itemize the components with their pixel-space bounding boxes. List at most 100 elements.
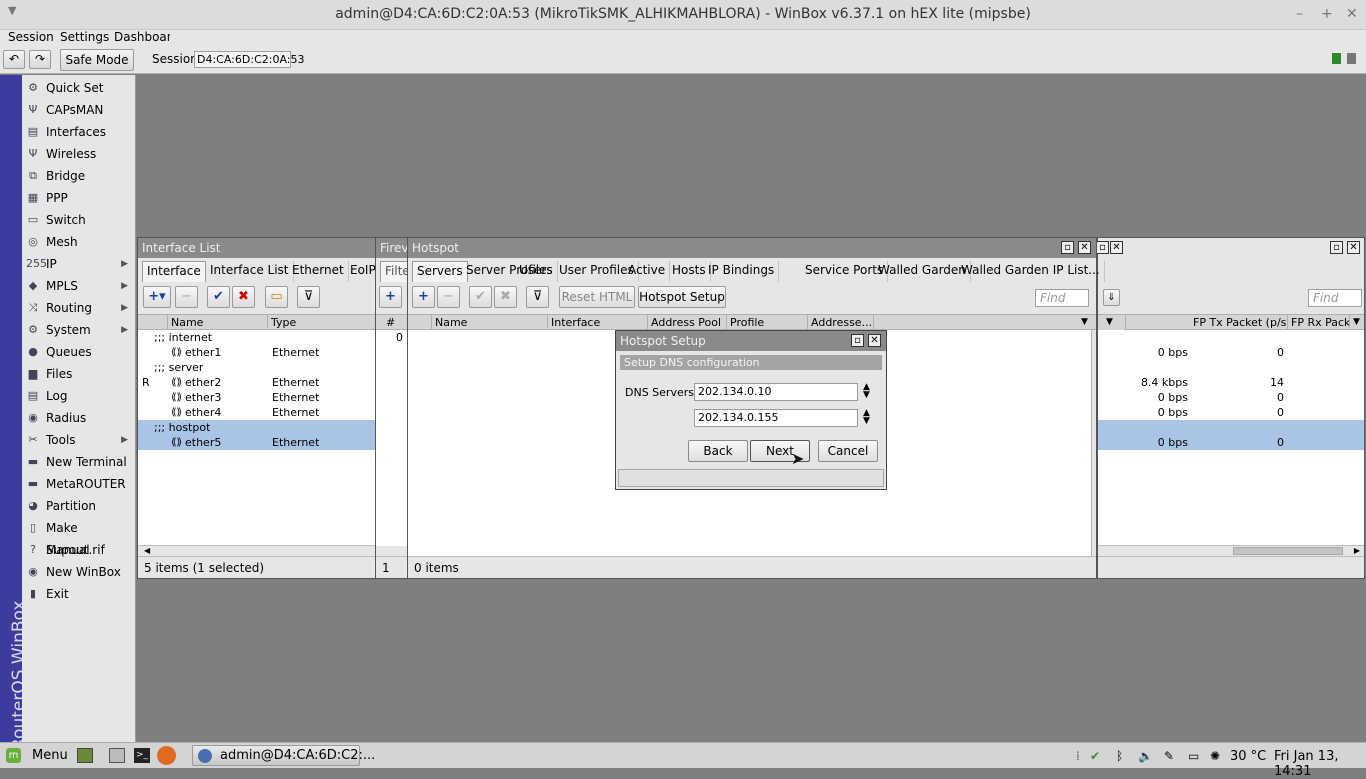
sidebar-item-tools[interactable]: ✂ Tools ▶ xyxy=(22,429,136,451)
session-field[interactable]: D4:CA:6D:C2:0A:53 xyxy=(194,51,305,68)
disable-icon[interactable]: ✖ xyxy=(232,286,255,308)
filter-icon[interactable]: ⊽ xyxy=(297,286,320,308)
column-name[interactable]: Name xyxy=(432,315,548,330)
tab-ip-bindings[interactable]: IP Bindings xyxy=(704,261,780,282)
sidebar-item-exit[interactable]: ▮ Exit xyxy=(22,583,136,605)
enable-icon[interactable]: ✔ xyxy=(469,286,492,308)
menu-session[interactable]: Session xyxy=(8,30,54,44)
column-menu-icon[interactable]: ▼ xyxy=(1098,315,1126,330)
close-icon[interactable]: ✕ xyxy=(1078,241,1091,254)
sidebar-item-manual[interactable]: ? Manual xyxy=(22,539,136,561)
horizontal-scrollbar[interactable]: ▶ xyxy=(1098,545,1364,556)
terminal-icon[interactable]: >_ xyxy=(134,748,150,763)
filter-icon[interactable]: ⊽ xyxy=(526,286,549,308)
column-flag[interactable] xyxy=(138,315,168,330)
table-row[interactable]: ;;; server xyxy=(138,360,375,375)
column-fp-tx[interactable]: FP Tx Packet (p/s) xyxy=(1190,315,1288,330)
table-row[interactable]: 0 bps 0 xyxy=(1098,435,1364,450)
volume-icon[interactable]: 🔈 xyxy=(1138,749,1153,763)
weather-icon[interactable]: ✺ xyxy=(1210,749,1220,763)
scroll-left-icon[interactable]: ◀ xyxy=(144,546,150,555)
find-input[interactable]: Find xyxy=(1308,289,1362,307)
hotspot-setup-button[interactable]: Hotspot Setup xyxy=(638,286,726,308)
table-row[interactable]: ⟪⟫ ether5 Ethernet xyxy=(138,435,375,450)
find-input[interactable]: Find xyxy=(1035,289,1089,307)
table-row[interactable] xyxy=(1098,360,1364,375)
sidebar-item-wireless[interactable]: Ψ Wireless xyxy=(22,143,136,165)
taskbar-task-winbox[interactable]: admin@D4:CA:6D:C2:... xyxy=(192,745,375,766)
dns-1-spinner-icon[interactable]: ▲ ▼ xyxy=(863,383,870,400)
dropdown-icon[interactable]: ⇓ xyxy=(1103,289,1120,306)
table-row[interactable]: ⟪⟫ ether3 Ethernet xyxy=(138,390,375,405)
files-icon[interactable] xyxy=(109,748,125,763)
bluetooth-icon[interactable]: ᛒ xyxy=(1116,749,1123,763)
menu-settings[interactable]: Settings xyxy=(60,30,109,44)
clock[interactable]: Fri Jan 13, 14:31 xyxy=(1274,749,1366,779)
maximize-icon[interactable]: ▫ xyxy=(1330,241,1343,254)
table-row[interactable]: 0 bps 0 xyxy=(1098,345,1364,360)
sidebar-item-bridge[interactable]: ⧉ Bridge xyxy=(22,165,136,187)
tab-servers[interactable]: Servers xyxy=(412,261,468,282)
mint-logo-icon[interactable]: m xyxy=(6,748,21,763)
sidebar-item-quick-set[interactable]: ⚙ Quick Set xyxy=(22,77,136,99)
horizontal-scrollbar[interactable]: ◀ xyxy=(138,545,375,556)
close-icon[interactable]: ✕ xyxy=(1346,6,1358,22)
tab-ethernet[interactable]: Ethernet xyxy=(288,261,349,282)
comment-icon[interactable]: ▭ xyxy=(265,286,288,308)
sidebar-item-routing[interactable]: ⤨ Routing ▶ xyxy=(22,297,136,319)
sidebar-item-metarouter[interactable]: ▬ MetaROUTER xyxy=(22,473,136,495)
minimize-icon[interactable]: – xyxy=(1296,6,1303,22)
table-row[interactable]: ;;; internet xyxy=(138,330,375,345)
menu-button[interactable]: Menu xyxy=(32,748,68,763)
maximize-icon[interactable]: ▫ xyxy=(851,334,864,347)
back-button[interactable]: Back xyxy=(688,440,748,462)
remove-icon[interactable]: − xyxy=(437,286,460,308)
safe-mode-button[interactable]: Safe Mode xyxy=(60,49,134,71)
column-menu-icon[interactable]: ▼ xyxy=(1078,315,1098,330)
sidebar-item-queues[interactable]: ● Queues xyxy=(22,341,136,363)
sidebar-item-make-supout-rif[interactable]: ▯ Make Supout.rif xyxy=(22,517,136,557)
add-icon[interactable]: +▾ xyxy=(143,286,171,308)
column-menu-icon[interactable]: ▼ xyxy=(1350,315,1366,330)
sidebar-item-log[interactable]: ▤ Log xyxy=(22,385,136,407)
dns-server-1-input[interactable]: 202.134.0.10 xyxy=(694,383,858,401)
sidebar-item-interfaces[interactable]: ▤ Interfaces xyxy=(22,121,136,143)
tab-interface-list[interactable]: Interface List xyxy=(206,261,294,282)
column-profile[interactable]: Profile xyxy=(727,315,808,330)
column-number[interactable]: # xyxy=(376,315,408,330)
table-row[interactable]: 0 bps 0 xyxy=(1098,405,1364,420)
sidebar-item-switch[interactable]: ▭ Switch xyxy=(22,209,136,231)
sidebar-item-partition[interactable]: ◕ Partition xyxy=(22,495,136,517)
close-icon[interactable]: ✕ xyxy=(1347,241,1360,254)
cancel-button[interactable]: Cancel xyxy=(818,440,878,462)
column-name[interactable]: Name xyxy=(168,315,268,330)
table-row[interactable] xyxy=(1098,420,1364,435)
menu-dashboard[interactable]: Dashboard xyxy=(114,30,170,44)
sidebar-item-ppp[interactable]: ▦ PPP xyxy=(22,187,136,209)
undo-icon[interactable]: ↶ xyxy=(3,50,25,69)
sidebar-item-system[interactable]: ⚙ System ▶ xyxy=(22,319,136,341)
column-interface[interactable]: Interface xyxy=(548,315,648,330)
add-icon[interactable]: + xyxy=(412,286,435,308)
tab-walled-garden-ip-list[interactable]: Walled Garden IP List... xyxy=(957,261,1105,282)
table-row[interactable]: ⟪⟫ ether1 Ethernet xyxy=(138,345,375,360)
maximize-icon[interactable]: + xyxy=(1321,6,1333,22)
scroll-right-icon[interactable]: ▶ xyxy=(1354,546,1360,555)
shield-icon[interactable]: ✔ xyxy=(1090,749,1100,763)
tab-interface[interactable]: Interface xyxy=(142,261,206,282)
sidebar-item-mesh[interactable]: ◎ Mesh xyxy=(22,231,136,253)
dns-server-2-input[interactable]: 202.134.0.155 xyxy=(694,409,858,427)
column-addresses[interactable]: Addresse... xyxy=(808,315,874,330)
sidebar-item-radius[interactable]: ◉ Radius xyxy=(22,407,136,429)
table-row[interactable]: 0 bps 0 xyxy=(1098,390,1364,405)
sidebar-item-mpls[interactable]: ◆ MPLS ▶ xyxy=(22,275,136,297)
tab-active[interactable]: Active xyxy=(624,261,671,282)
firefox-icon[interactable] xyxy=(157,746,176,765)
scrollbar-thumb[interactable] xyxy=(1233,547,1343,555)
enable-icon[interactable]: ✔ xyxy=(207,286,230,308)
add-icon[interactable]: + xyxy=(379,286,402,308)
table-row[interactable]: ;;; hostpot xyxy=(138,420,375,435)
battery-icon[interactable]: ▭ xyxy=(1188,749,1199,763)
column-type[interactable]: Type xyxy=(268,315,377,330)
remove-icon[interactable]: − xyxy=(175,286,198,308)
